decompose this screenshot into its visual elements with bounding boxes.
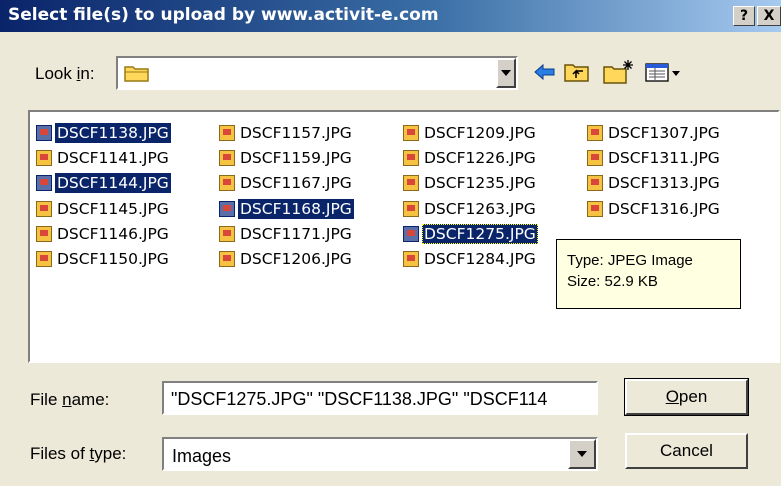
new-folder-icon[interactable] [602,58,636,86]
close-button[interactable]: X [757,6,781,26]
jpeg-file-icon [36,150,52,166]
file-type-value: Images [172,446,232,466]
file-type-label: Files of type: [30,444,127,463]
file-name: DSCF1275.JPG [422,224,538,244]
back-arrow-icon[interactable] [532,58,558,86]
jpeg-file-icon [587,125,603,141]
file-item[interactable]: DSCF1144.JPG [36,172,171,194]
file-name: DSCF1145.JPG [57,200,169,218]
jpeg-file-icon [403,125,419,141]
look-in-dropdown[interactable] [116,56,518,90]
file-item[interactable]: DSCF1168.JPG [219,198,354,220]
file-name: DSCF1167.JPG [240,174,352,192]
file-name: DSCF1209.JPG [424,124,536,142]
file-name-label: File name: [30,390,110,409]
jpeg-file-icon [219,125,235,141]
jpeg-file-icon [36,125,52,141]
jpeg-file-icon [219,150,235,166]
file-name: DSCF1311.JPG [608,149,720,167]
file-item[interactable]: DSCF1138.JPG [36,122,171,144]
file-item[interactable]: DSCF1284.JPG [403,248,538,270]
file-item[interactable]: DSCF1307.JPG [587,122,722,144]
file-item[interactable]: DSCF1157.JPG [219,122,354,144]
jpeg-file-icon [403,175,419,191]
jpeg-file-icon [587,201,603,217]
file-name: DSCF1313.JPG [608,174,720,192]
file-type-dropdown[interactable]: Images [162,437,598,471]
help-button[interactable]: ? [733,6,755,26]
file-name: DSCF1316.JPG [608,200,720,218]
file-name: DSCF1159.JPG [240,149,352,167]
file-name-input[interactable]: "DSCF1275.JPG" "DSCF1138.JPG" "DSCF114 [162,381,598,415]
look-in-dropdown-button[interactable] [496,58,516,88]
view-menu-icon[interactable] [644,58,684,86]
jpeg-file-icon [403,251,419,267]
file-name: DSCF1144.JPG [55,173,171,193]
file-item[interactable]: DSCF1171.JPG [219,223,354,245]
file-upload-dialog: Select file(s) to upload by www.activit-… [0,0,781,486]
file-name: DSCF1150.JPG [57,250,169,268]
file-item[interactable]: DSCF1159.JPG [219,147,354,169]
open-button[interactable]: Open [624,378,749,416]
file-item[interactable]: DSCF1145.JPG [36,198,171,220]
jpeg-file-icon [36,175,52,191]
file-name: DSCF1284.JPG [424,250,536,268]
file-list[interactable]: DSCF1138.JPG DSCF1141.JPG DSCF1144.JPG DSCF… [28,110,780,363]
title-bar[interactable]: Select file(s) to upload by www.activit-… [0,0,781,32]
file-item[interactable]: DSCF1311.JPG [587,147,722,169]
file-item[interactable]: DSCF1141.JPG [36,147,171,169]
jpeg-file-icon [36,201,52,217]
file-name: DSCF1146.JPG [57,225,169,243]
file-name: DSCF1263.JPG [424,200,536,218]
jpeg-file-icon [587,150,603,166]
file-item[interactable]: DSCF1167.JPG [219,172,354,194]
file-name: DSCF1307.JPG [608,124,720,142]
dialog-title: Select file(s) to upload by www.activit-… [8,5,439,25]
jpeg-file-icon [403,150,419,166]
file-name: DSCF1138.JPG [55,123,171,143]
file-item[interactable]: DSCF1275.JPG [403,223,538,245]
jpeg-file-icon [36,226,52,242]
file-name: DSCF1141.JPG [57,149,169,167]
jpeg-file-icon [219,251,235,267]
cancel-button[interactable]: Cancel [625,433,748,469]
file-item[interactable]: DSCF1313.JPG [587,172,722,194]
folder-icon [124,66,149,82]
file-type-dropdown-button[interactable] [568,439,596,469]
jpeg-file-icon [219,175,235,191]
jpeg-file-icon [219,201,235,217]
jpeg-file-icon [403,226,419,242]
file-info-tooltip: Type: JPEG Image Size: 52.9 KB [556,239,741,309]
jpeg-file-icon [36,251,52,267]
jpeg-file-icon [219,226,235,242]
tooltip-size: Size: 52.9 KB [567,273,658,290]
look-in-label: Look in: [35,64,95,83]
file-item[interactable]: DSCF1235.JPG [403,172,538,194]
file-item[interactable]: DSCF1146.JPG [36,223,171,245]
file-item[interactable]: DSCF1263.JPG [403,198,538,220]
file-name: DSCF1171.JPG [240,225,352,243]
file-name: DSCF1206.JPG [240,250,352,268]
jpeg-file-icon [403,201,419,217]
file-name: DSCF1226.JPG [424,149,536,167]
file-item[interactable]: DSCF1226.JPG [403,147,538,169]
jpeg-file-icon [587,175,603,191]
file-item[interactable]: DSCF1206.JPG [219,248,354,270]
file-item[interactable]: DSCF1316.JPG [587,198,722,220]
tooltip-type: Type: JPEG Image [567,252,693,269]
up-folder-icon[interactable] [563,58,591,86]
file-name: DSCF1168.JPG [238,199,354,219]
file-item[interactable]: DSCF1209.JPG [403,122,538,144]
file-item[interactable]: DSCF1150.JPG [36,248,171,270]
file-name: DSCF1235.JPG [424,174,536,192]
file-name: DSCF1157.JPG [240,124,352,142]
